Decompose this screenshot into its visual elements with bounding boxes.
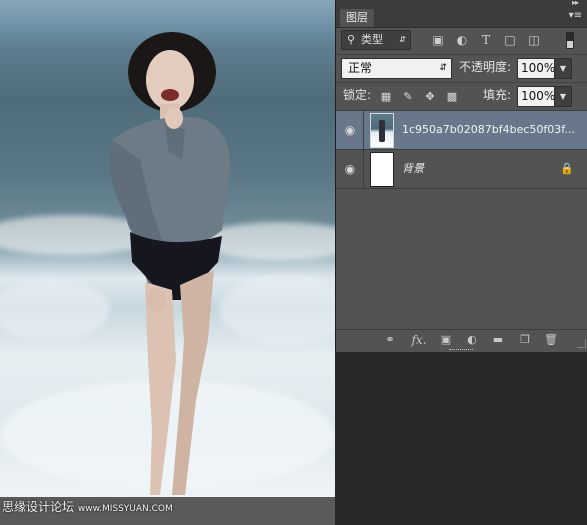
- add-mask-icon[interactable]: ▣: [438, 332, 454, 348]
- layer-list: ◉ 1c950a7b02087bf4bec50f03f... ◉ 背景 🔒: [336, 111, 587, 329]
- divider: [363, 150, 364, 188]
- watermark: 思缘设计论坛 www.MISSYUAN.COM: [2, 498, 173, 515]
- woman-figure: [110, 32, 231, 495]
- panel-menu-icon[interactable]: ▾≡: [569, 10, 582, 22]
- watermark-url: www.MISSYUAN.COM: [77, 504, 173, 514]
- filter-kind-select[interactable]: ⚲ 类型 ⇵: [341, 30, 411, 50]
- smart-object-filter-icon[interactable]: ◫: [527, 33, 541, 47]
- lock-all-icon[interactable]: ▩: [445, 90, 459, 104]
- lock-icon: 🔒: [560, 162, 574, 175]
- new-layer-icon[interactable]: ❐: [517, 332, 533, 348]
- new-group-icon[interactable]: ▬: [490, 332, 506, 348]
- eye-icon[interactable]: ◉: [342, 161, 358, 177]
- tab-layers[interactable]: 图层: [340, 9, 374, 27]
- divider: [363, 111, 364, 149]
- eye-icon[interactable]: ◉: [342, 122, 358, 138]
- panel-resize-handle[interactable]: [449, 349, 473, 353]
- delete-layer-icon[interactable]: 🗑: [543, 332, 559, 348]
- lock-transparent-icon[interactable]: ▦: [379, 90, 393, 104]
- panel-footer: ⚭ fx. ▣ ◐ ▬ ❐ 🗑: [336, 329, 587, 350]
- filter-toggle-switch[interactable]: [566, 32, 574, 49]
- lock-row: 锁定: ▦ ✎ ✥ ▩ 填充: 100% ▼: [336, 83, 587, 111]
- resize-grip[interactable]: [577, 339, 586, 348]
- panel-tabbar: 图层 ▾≡: [336, 8, 587, 28]
- fill-input[interactable]: 100%: [517, 86, 555, 107]
- opacity-input[interactable]: 100%: [517, 58, 555, 79]
- adjustment-filter-icon[interactable]: ◐: [455, 33, 469, 47]
- blend-row: 正常 ⇵ 不透明度: 100% ▼: [336, 55, 587, 83]
- lock-position-icon[interactable]: ✥: [423, 90, 437, 104]
- blend-mode-select[interactable]: 正常 ⇵: [341, 58, 452, 79]
- filter-row: ⚲ 类型 ⇵ ▣ ◐ T □ ◫: [336, 27, 587, 55]
- lock-pixels-icon[interactable]: ✎: [401, 90, 415, 104]
- layers-panel: ▸▸ 图层 ▾≡ ⚲ 类型 ⇵ ▣ ◐ T □ ◫ 正常 ⇵ 不透明度: 100…: [335, 0, 587, 352]
- panel-collapse-bar[interactable]: ▸▸: [336, 0, 587, 8]
- double-chevron-right-icon[interactable]: ▸▸: [572, 0, 579, 7]
- shape-filter-icon[interactable]: □: [503, 33, 517, 47]
- link-layers-icon[interactable]: ⚭: [382, 332, 398, 348]
- updown-arrows-icon: ⇵: [399, 35, 406, 44]
- layer-row-background[interactable]: ◉ 背景 🔒: [336, 150, 587, 189]
- opacity-dropdown[interactable]: ▼: [554, 58, 572, 79]
- blend-mode-value: 正常: [348, 61, 373, 75]
- fill-label: 填充:: [483, 88, 512, 102]
- layer-thumbnail: [370, 113, 394, 148]
- layer-name[interactable]: 背景: [402, 161, 584, 177]
- fill-dropdown[interactable]: ▼: [554, 86, 572, 107]
- filter-kind-label: 类型: [361, 33, 383, 46]
- opacity-label: 不透明度:: [459, 60, 512, 74]
- layer-name[interactable]: 1c950a7b02087bf4bec50f03f...: [402, 122, 584, 138]
- layer-thumbnail: [370, 152, 394, 187]
- watermark-text: 思缘设计论坛: [2, 500, 75, 514]
- image-filter-icon[interactable]: ▣: [431, 33, 445, 47]
- fx-icon[interactable]: fx.: [411, 332, 427, 348]
- search-icon: ⚲: [347, 33, 356, 46]
- layer-row-photo[interactable]: ◉ 1c950a7b02087bf4bec50f03f...: [336, 111, 587, 150]
- lock-label: 锁定:: [343, 88, 372, 102]
- document-canvas[interactable]: [0, 0, 335, 497]
- updown-arrows-icon: ⇵: [439, 63, 447, 73]
- adjustment-layer-icon[interactable]: ◐: [464, 332, 480, 348]
- type-filter-icon[interactable]: T: [479, 33, 493, 47]
